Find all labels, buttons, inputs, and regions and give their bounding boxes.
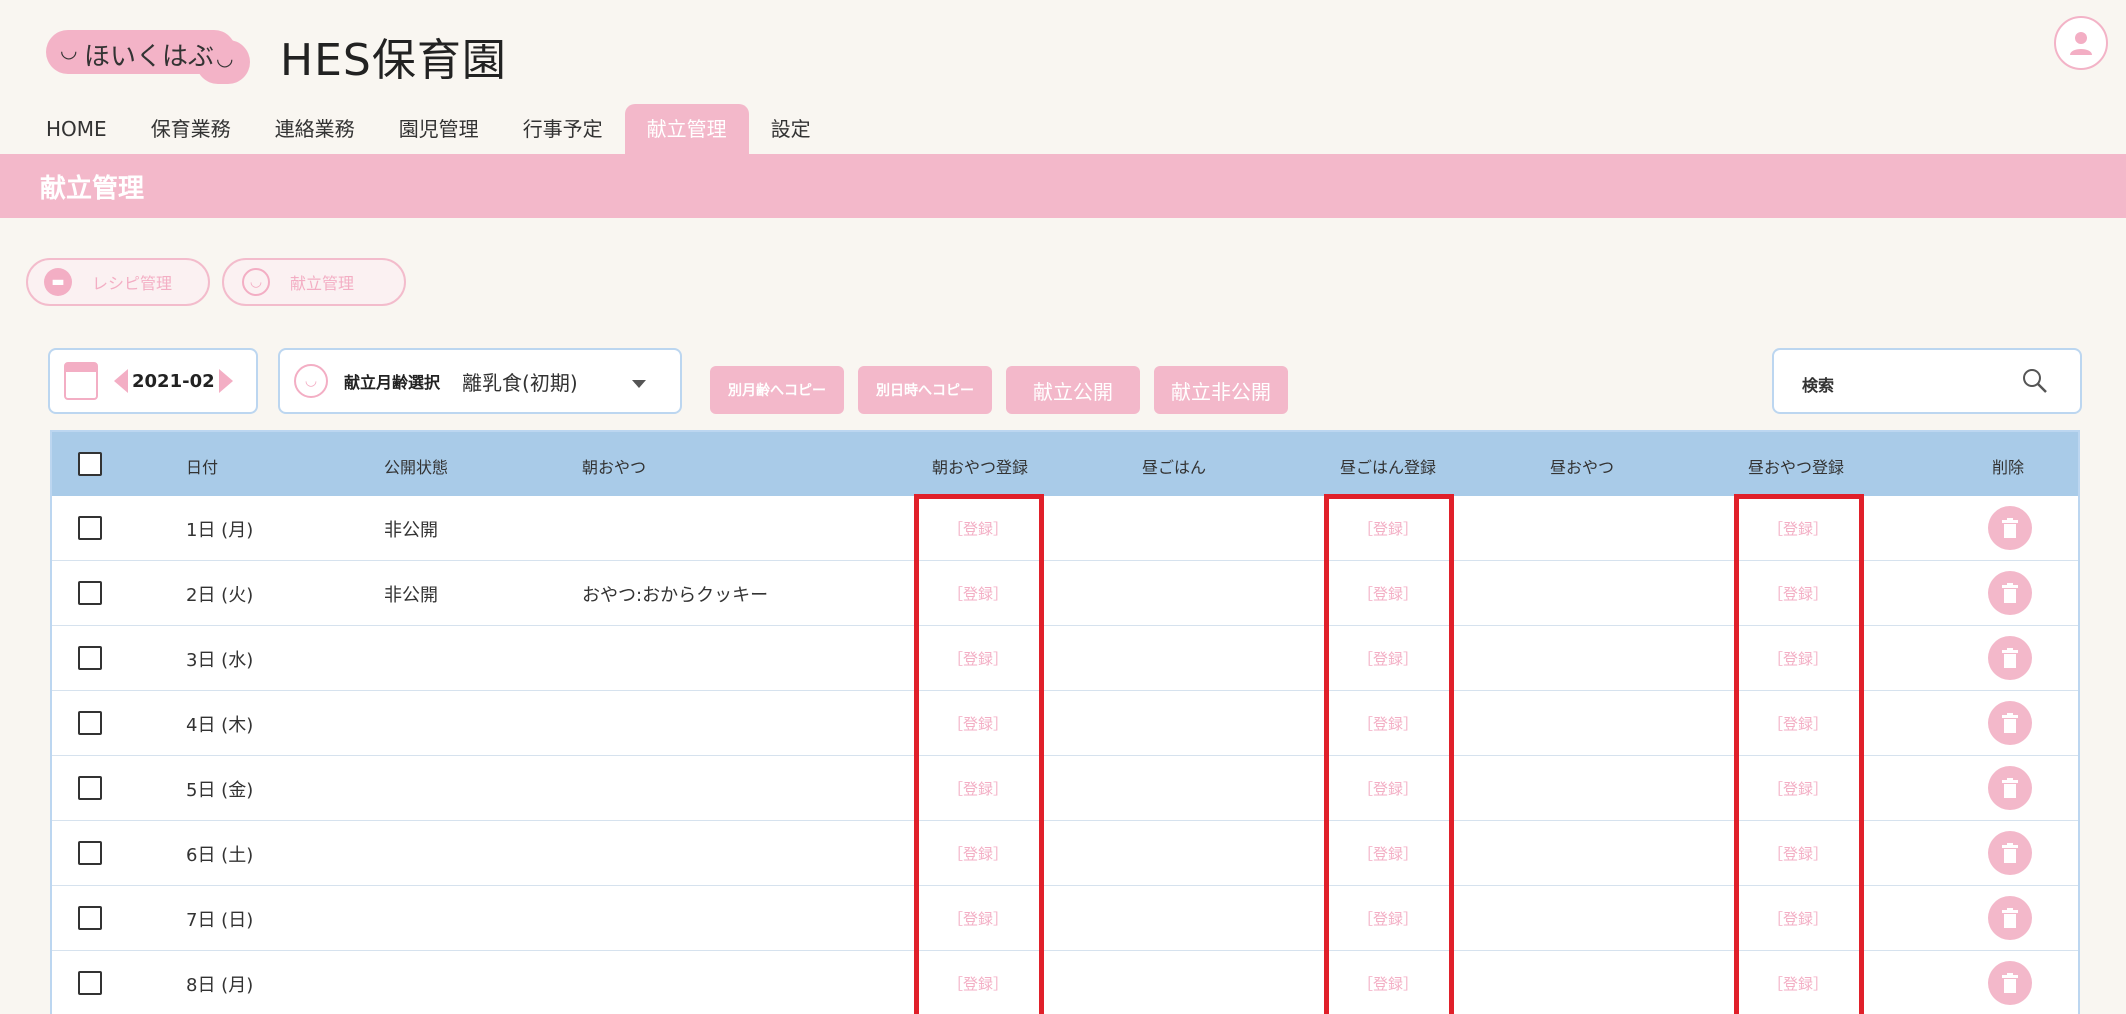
recipe-management-button[interactable]: ▬ レシピ管理 bbox=[26, 258, 210, 306]
trash-icon bbox=[2002, 973, 2018, 993]
logo-text: ほいくはぶ bbox=[84, 42, 215, 72]
logo: ◡ ほいくはぶ ◡ bbox=[46, 30, 250, 84]
nav-childcare[interactable]: 保育業務 bbox=[129, 104, 253, 154]
highlight-box bbox=[1324, 494, 1454, 1014]
trash-icon bbox=[2002, 518, 2018, 538]
row-checkbox[interactable] bbox=[78, 906, 102, 930]
month-selector: 2021-02 bbox=[48, 348, 258, 414]
age-selector[interactable]: ◡ 献立月齢選択 離乳食(初期) bbox=[278, 348, 682, 414]
nav-children[interactable]: 園児管理 bbox=[377, 104, 501, 154]
pot-icon: ▬ bbox=[44, 268, 72, 296]
header-lunch-register: 昼ごはん登録 bbox=[1340, 458, 1437, 477]
age-selector-value: 離乳食(初期) bbox=[462, 370, 578, 395]
menu-management-button[interactable]: ◡ 献立管理 bbox=[222, 258, 406, 306]
copy-to-age-button[interactable]: 別月齢へコピー bbox=[710, 366, 844, 414]
header-morning-snack-register: 朝おやつ登録 bbox=[932, 458, 1029, 477]
row-checkbox[interactable] bbox=[78, 776, 102, 800]
highlight-box bbox=[1734, 494, 1864, 1014]
delete-button[interactable] bbox=[1988, 701, 2032, 745]
header-delete: 削除 bbox=[1992, 458, 2025, 477]
next-month-icon[interactable] bbox=[218, 369, 233, 393]
smile-icon: ◡ bbox=[60, 38, 78, 62]
recipe-button-label: レシピ管理 bbox=[92, 274, 173, 293]
table-header: 日付 公開状態 朝おやつ 朝おやつ登録 昼ごはん 昼ごはん登録 昼おやつ 昼おや… bbox=[52, 432, 2078, 496]
row-checkbox[interactable] bbox=[78, 841, 102, 865]
nav-settings[interactable]: 設定 bbox=[749, 104, 833, 154]
row-checkbox[interactable] bbox=[78, 581, 102, 605]
header-status: 公開状態 bbox=[384, 458, 449, 477]
header-morning-snack: 朝おやつ bbox=[582, 458, 647, 477]
row-date: 4日 (木) bbox=[186, 715, 254, 736]
row-checkbox[interactable] bbox=[78, 646, 102, 670]
row-date: 1日 (月) bbox=[186, 520, 254, 541]
trash-icon bbox=[2002, 843, 2018, 863]
user-account-button[interactable] bbox=[2054, 16, 2108, 70]
main-nav: HOME 保育業務 連絡業務 園児管理 行事予定 献立管理 設定 bbox=[24, 104, 833, 154]
delete-button[interactable] bbox=[1988, 896, 2032, 940]
header-afternoon-snack-register: 昼おやつ登録 bbox=[1748, 458, 1845, 477]
baby-icon: ◡ bbox=[294, 364, 328, 398]
row-date: 5日 (金) bbox=[186, 780, 254, 801]
row-date: 3日 (水) bbox=[186, 650, 254, 671]
header-lunch: 昼ごはん bbox=[1142, 458, 1207, 477]
nav-home[interactable]: HOME bbox=[24, 104, 129, 154]
nav-communication[interactable]: 連絡業務 bbox=[253, 104, 377, 154]
row-date: 8日 (月) bbox=[186, 975, 254, 996]
calendar-icon[interactable] bbox=[64, 362, 98, 400]
select-all-checkbox[interactable] bbox=[78, 452, 102, 476]
search-icon[interactable] bbox=[2022, 368, 2048, 394]
copy-to-date-button[interactable]: 別日時へコピー bbox=[858, 366, 992, 414]
delete-button[interactable] bbox=[1988, 636, 2032, 680]
row-checkbox[interactable] bbox=[78, 516, 102, 540]
row-checkbox[interactable] bbox=[78, 711, 102, 735]
delete-button[interactable] bbox=[1988, 506, 2032, 550]
row-status: 非公開 bbox=[384, 585, 438, 606]
publish-button[interactable]: 献立公開 bbox=[1006, 366, 1140, 414]
trash-icon bbox=[2002, 778, 2018, 798]
current-month: 2021-02 bbox=[132, 370, 215, 392]
chevron-down-icon bbox=[632, 380, 646, 388]
face-icon: ◡ bbox=[242, 268, 270, 296]
page-title: 献立管理 bbox=[40, 174, 145, 204]
prev-month-icon[interactable] bbox=[114, 369, 128, 393]
trash-icon bbox=[2002, 583, 2018, 603]
delete-button[interactable] bbox=[1988, 831, 2032, 875]
row-date: 2日 (火) bbox=[186, 585, 254, 606]
row-checkbox[interactable] bbox=[78, 971, 102, 995]
unpublish-button[interactable]: 献立非公開 bbox=[1154, 366, 1288, 414]
trash-icon bbox=[2002, 648, 2018, 668]
header-date: 日付 bbox=[186, 458, 219, 477]
row-morning-snack: おやつ:おからクッキー bbox=[582, 585, 769, 606]
age-selector-label: 献立月齢選択 bbox=[344, 373, 441, 392]
trash-icon bbox=[2002, 908, 2018, 928]
menu-button-label: 献立管理 bbox=[290, 274, 355, 293]
nav-menu[interactable]: 献立管理 bbox=[624, 104, 749, 154]
highlight-box bbox=[914, 494, 1044, 1014]
delete-button[interactable] bbox=[1988, 766, 2032, 810]
delete-button[interactable] bbox=[1988, 961, 2032, 1005]
user-icon bbox=[2070, 32, 2092, 55]
search-label: 検索 bbox=[1802, 376, 1835, 395]
row-date: 7日 (日) bbox=[186, 910, 254, 931]
site-title: HES保育園 bbox=[280, 35, 507, 86]
search-input[interactable]: 検索 bbox=[1772, 348, 2082, 414]
smile-icon: ◡ bbox=[216, 46, 234, 70]
header-afternoon-snack: 昼おやつ bbox=[1550, 458, 1615, 477]
page-title-bar: 献立管理 bbox=[0, 154, 2126, 218]
delete-button[interactable] bbox=[1988, 571, 2032, 615]
trash-icon bbox=[2002, 713, 2018, 733]
nav-events[interactable]: 行事予定 bbox=[501, 104, 625, 154]
row-date: 6日 (土) bbox=[186, 845, 254, 866]
row-status: 非公開 bbox=[384, 520, 438, 541]
